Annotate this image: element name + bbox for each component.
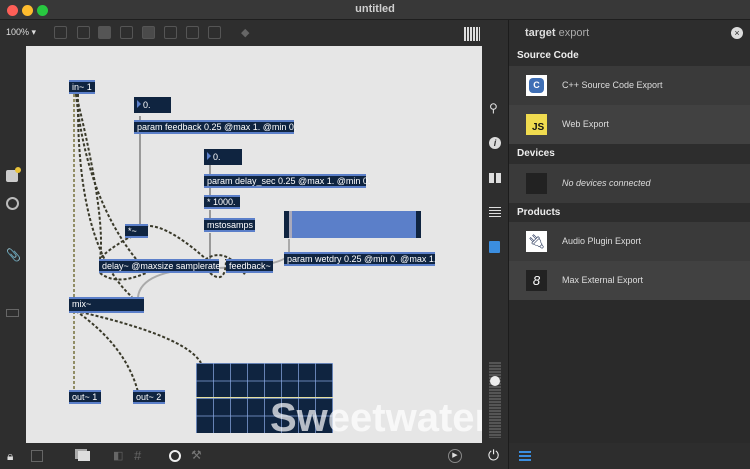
param-delay-object[interactable]: param delay_sec 0.25 @max 1. @min 0. (204, 174, 370, 188)
paperclip-icon[interactable]: 📎 (6, 248, 21, 262)
notification-dot (15, 167, 21, 173)
bottom-toolbar: 🔒︎ ◧ # ⚒ ▶ ⏻ (0, 443, 508, 469)
list-icon[interactable] (489, 207, 501, 218)
delay-number-box[interactable]: 0. (204, 149, 242, 165)
presentation-mode-icon[interactable] (31, 450, 43, 462)
js-icon: JS (526, 114, 547, 135)
zoom-dropdown[interactable]: 100% ▾ (6, 27, 36, 38)
plug-icon: 🔌︎ (526, 231, 547, 252)
cpp-icon: C (526, 75, 547, 96)
button-object-icon[interactable] (120, 26, 133, 39)
mute-icon[interactable]: ◧ (113, 449, 123, 462)
debug-icon[interactable] (169, 450, 181, 462)
section-products: Products (509, 203, 750, 223)
play-icon[interactable]: ▶ (448, 449, 462, 463)
section-devices: Devices (509, 144, 750, 164)
panel-footer (509, 443, 750, 469)
zoom-value: 100% (6, 27, 30, 37)
param-wetdry-object[interactable]: param wetdry 0.25 @min 0. @max 1. (284, 252, 436, 266)
hammer-icon[interactable]: ⚒ (191, 448, 202, 462)
device-placeholder-icon (526, 173, 547, 194)
volume-knob[interactable] (490, 376, 500, 386)
feedback-number-box[interactable]: 0. (134, 97, 171, 113)
delay-object[interactable]: delay~ @maxsize samplerate (99, 259, 220, 273)
signal-multiply-object[interactable]: *~ (125, 224, 148, 238)
windows-icon[interactable] (78, 451, 90, 461)
title-bar: untitled (0, 0, 750, 20)
left-sidebar: 📎 (0, 46, 26, 443)
list-view-icon[interactable] (519, 451, 531, 461)
grid-snap-icon[interactable]: # (134, 448, 141, 463)
panel-header: target export × (509, 20, 750, 46)
message-icon[interactable] (77, 26, 90, 39)
export-item-max-external[interactable]: 8 Max External Export (509, 261, 750, 300)
multiply-1000-object[interactable]: * 1000. (204, 195, 240, 209)
grid-icon[interactable] (464, 27, 480, 41)
paint-bucket-icon[interactable]: ◆ (241, 26, 249, 39)
item-label: No devices connected (562, 178, 651, 188)
power-icon[interactable]: ⏻ (488, 447, 499, 464)
number-arrow-icon (207, 152, 211, 160)
wetdry-slider[interactable] (284, 211, 421, 238)
export-item-web[interactable]: JS Web Export (509, 105, 750, 144)
number-icon[interactable] (164, 26, 177, 39)
item-label: Max External Export (562, 275, 644, 285)
slider-knob[interactable] (289, 211, 292, 238)
export-icon[interactable] (489, 241, 500, 253)
toggle-icon[interactable] (142, 26, 155, 39)
toolbar: 100% ▾ ◆ (0, 20, 508, 46)
feedback-number-value: 0. (143, 100, 151, 110)
watermark-logo: Sweetwater (270, 396, 491, 440)
section-source-code: Source Code (509, 46, 750, 66)
right-sidebar: ⚲ i (482, 46, 508, 443)
feedback-object[interactable]: feedback~ (226, 259, 273, 273)
param-feedback-object[interactable]: param feedback 0.25 @max 1. @min 0. (134, 120, 296, 134)
target-icon[interactable] (6, 197, 19, 210)
mix-object[interactable]: mix~ (69, 297, 144, 313)
lock-icon[interactable]: 🔒︎ (7, 449, 13, 464)
mstosamps-object[interactable]: mstosamps (204, 218, 255, 232)
in1-object[interactable]: in~ 1 (69, 80, 95, 94)
devices-empty: No devices connected (509, 164, 750, 203)
number-arrow-icon (137, 100, 141, 108)
slider-icon[interactable] (186, 26, 199, 39)
export-item-cpp[interactable]: C C++ Source Code Export (509, 66, 750, 105)
max-icon: 8 (526, 270, 547, 291)
panel-title-bold: target (525, 27, 556, 39)
new-object-icon[interactable] (54, 26, 67, 39)
panel-title-rest: export (558, 27, 590, 39)
patcher-canvas[interactable]: in~ 1 0. param feedback 0.25 @max 1. @mi… (26, 46, 490, 443)
export-panel: target export × Source Code C C++ Source… (508, 20, 750, 469)
search-icon[interactable]: ⚲ (489, 101, 498, 115)
info-icon[interactable]: i (489, 137, 501, 149)
export-item-audio-plugin[interactable]: 🔌︎ Audio Plugin Export (509, 222, 750, 261)
window-title: untitled (355, 3, 395, 15)
item-label: Web Export (562, 119, 609, 129)
item-label: C++ Source Code Export (562, 80, 663, 90)
presentation-icon[interactable] (6, 309, 19, 317)
reference-icon[interactable] (489, 173, 501, 183)
out2-object[interactable]: out~ 2 (133, 390, 165, 404)
panel-icon[interactable] (208, 26, 221, 39)
volume-meter[interactable] (489, 362, 501, 438)
comment-icon[interactable] (98, 26, 111, 39)
item-label: Audio Plugin Export (562, 236, 642, 246)
delay-number-value: 0. (213, 152, 221, 162)
close-panel-icon[interactable]: × (731, 27, 743, 39)
out1-object[interactable]: out~ 1 (69, 390, 101, 404)
